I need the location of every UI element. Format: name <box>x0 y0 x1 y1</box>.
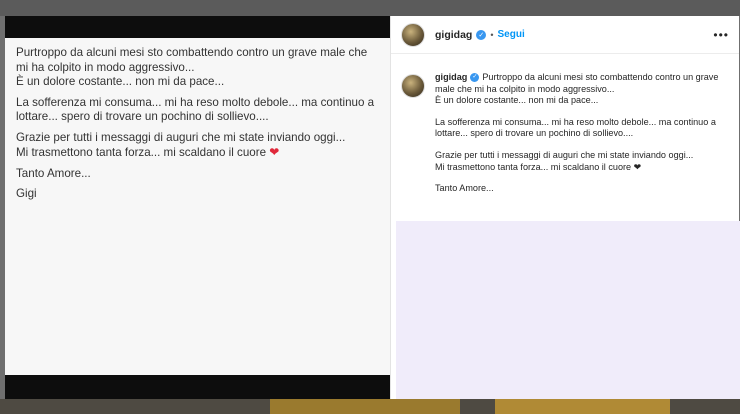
avatar[interactable] <box>401 22 425 47</box>
username-link[interactable]: gigidag <box>435 29 472 41</box>
media-paragraph-4: Tanto Amore... <box>16 166 91 180</box>
caption: gigidag ✓ Purtroppo da alcuni mesi sto com… <box>391 54 739 205</box>
media-signature: Gigi <box>16 187 37 200</box>
caption-paragraph-2: La sofferenza mi consuma... mi ha reso m… <box>435 116 716 139</box>
caption-avatar[interactable] <box>401 74 425 98</box>
media-paragraph-1: Purtroppo da alcuni mesi sto combattendo… <box>16 46 368 88</box>
caption-paragraph-1: gigidag ✓ Purtroppo da alcuni mesi sto com… <box>435 72 725 107</box>
post-media: Purtroppo da alcuni mesi sto combattendo… <box>5 16 390 399</box>
backdrop-banner-right <box>495 399 670 414</box>
backdrop-top <box>0 0 740 16</box>
separator-dot: • <box>490 29 494 40</box>
caption-username-link[interactable]: gigidag <box>435 72 467 82</box>
media-paragraph-3-text: Grazie per tutti i messaggi di auguri ch… <box>16 130 346 160</box>
media-paragraph-2: La sofferenza mi consuma... mi ha reso m… <box>16 95 375 124</box>
more-options-icon[interactable]: ••• <box>713 28 729 42</box>
media-letterbox-top <box>5 16 390 38</box>
post-header: gigidag ✓ • Segui ••• <box>391 16 739 54</box>
media-text-image: Purtroppo da alcuni mesi sto combattendo… <box>5 38 390 375</box>
verified-icon: ✓ <box>476 29 487 40</box>
heart-icon: ❤ <box>269 145 280 159</box>
follow-button[interactable]: Segui <box>498 29 525 40</box>
caption-paragraph-3: Grazie per tutti i messaggi di auguri ch… <box>435 149 694 172</box>
media-letterbox-bottom <box>5 375 390 399</box>
media-paragraph-3: Grazie per tutti i messaggi di auguri ch… <box>16 131 379 161</box>
backdrop-banner-left <box>270 399 460 414</box>
redaction-overlay <box>396 221 740 399</box>
caption-body: gigidag ✓ Purtroppo da alcuni mesi sto com… <box>435 72 725 205</box>
caption-verified-icon: ✓ <box>470 73 480 83</box>
caption-paragraph-4: Tanto Amore... <box>435 183 494 194</box>
